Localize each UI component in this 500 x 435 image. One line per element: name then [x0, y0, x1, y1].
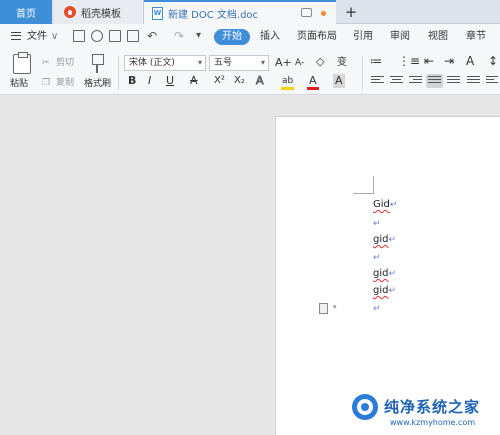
highlight-color-swatch	[281, 87, 294, 90]
menu-icon[interactable]	[11, 32, 21, 40]
document-line[interactable]: gid↵	[373, 268, 396, 280]
unsaved-dot-icon	[321, 11, 326, 16]
paragraph-mark-icon: ↵	[373, 219, 381, 229]
quick-more-icon[interactable]: ▾	[196, 28, 201, 44]
word-doc-icon: W	[152, 6, 163, 20]
tab-home-label: 首页	[16, 8, 36, 20]
tab-start[interactable]: 开始	[214, 29, 250, 45]
phonetic-guide-button[interactable]: 变	[337, 56, 347, 70]
line-text: gid	[373, 285, 389, 296]
font-size-select[interactable]: 五号 ▾	[209, 55, 269, 71]
document-line[interactable]: gid↵	[373, 234, 396, 246]
superscript-button[interactable]: X²	[214, 74, 225, 88]
paragraph-mark-icon: ↵	[388, 286, 397, 296]
underline-button[interactable]: U	[166, 74, 174, 88]
chevron-down-icon[interactable]: ∨	[51, 29, 58, 45]
watermark-logo: 纯净系统之家 www.kzmyhome.com	[352, 380, 500, 435]
sort-icon[interactable]: ↕	[488, 55, 498, 67]
bullets-icon[interactable]: ⋮≡	[398, 55, 420, 67]
line-text: Gid	[373, 199, 390, 210]
align-right-icon[interactable]	[409, 76, 422, 87]
tab-template[interactable]: 稻壳模板	[54, 0, 144, 24]
menu-file[interactable]: 文件	[27, 29, 47, 45]
paragraph-layout-icon[interactable]	[319, 303, 328, 314]
format-painter-icon[interactable]	[90, 54, 104, 74]
menu-bar: 文件 ∨ ↶ ↷ ▾ 开始 插入 页面布局 引用 审阅 视图 章节	[0, 24, 500, 50]
site-logo-icon	[352, 394, 378, 420]
align-center-icon[interactable]	[390, 76, 403, 87]
tab-insert[interactable]: 插入	[260, 29, 280, 45]
page-margin-marker	[353, 193, 373, 194]
paragraph-settings-icon[interactable]	[486, 76, 498, 87]
font-color-button[interactable]: A	[309, 74, 317, 88]
chevron-down-icon: ▾	[260, 58, 265, 67]
plus-icon: +	[344, 3, 358, 21]
ribbon-divider	[362, 56, 363, 90]
italic-button[interactable]: I	[148, 74, 151, 88]
tab-chapter[interactable]: 章节	[466, 29, 486, 45]
character-shading-button[interactable]: A	[333, 74, 345, 88]
font-size-value: 五号	[214, 58, 233, 68]
highlight-button[interactable]: ab	[282, 74, 293, 88]
chevron-down-icon[interactable]: ▾	[333, 303, 337, 311]
line-spacing-icon[interactable]	[467, 76, 480, 87]
font-name-value: 宋体 (正文)	[129, 58, 175, 68]
print-icon[interactable]	[109, 30, 121, 42]
decrease-indent-icon[interactable]: ⇤	[424, 55, 434, 67]
watermark-title: 纯净系统之家	[384, 398, 481, 416]
tab-bar: 首页 稻壳模板 W 新建 DOC 文档.doc +	[0, 0, 500, 24]
copy-button[interactable]: 复制	[56, 77, 74, 89]
comment-icon[interactable]	[301, 8, 312, 17]
increase-indent-icon[interactable]: ⇥	[444, 55, 454, 67]
paragraph-mark-icon: ↵	[388, 269, 397, 279]
print-preview-icon[interactable]	[127, 30, 139, 42]
subscript-button[interactable]: X₂	[234, 74, 245, 88]
watermark-url: www.kzmyhome.com	[390, 418, 476, 427]
tab-view[interactable]: 视图	[428, 29, 448, 45]
tab-references[interactable]: 引用	[353, 29, 373, 45]
cut-button[interactable]: 剪切	[56, 57, 74, 69]
text-effect-button[interactable]: A	[256, 74, 264, 88]
paragraph-mark-icon: ↵	[373, 304, 381, 314]
bold-button[interactable]: B	[128, 74, 136, 88]
change-case-icon[interactable]: A	[466, 55, 474, 67]
line-text: gid	[373, 234, 389, 245]
justify-icon[interactable]	[426, 74, 443, 88]
tab-page-layout[interactable]: 页面布局	[297, 29, 337, 45]
undo-icon[interactable]: ↶	[147, 28, 157, 44]
tab-document[interactable]: W 新建 DOC 文档.doc	[144, 0, 336, 24]
tab-home[interactable]: 首页	[0, 0, 52, 24]
export-icon[interactable]	[91, 30, 103, 42]
save-icon[interactable]	[73, 30, 85, 42]
clear-format-icon[interactable]: ◇	[316, 55, 324, 69]
new-tab-button[interactable]: +	[340, 0, 362, 24]
scissors-icon[interactable]: ✂	[42, 57, 50, 69]
grow-font-button[interactable]: A+	[275, 56, 292, 70]
fire-icon	[64, 6, 76, 18]
distributed-icon[interactable]	[447, 76, 460, 87]
document-line[interactable]: Gid↵	[373, 199, 397, 211]
page-margin-marker	[373, 176, 374, 194]
paragraph-mark-icon: ↵	[388, 235, 397, 245]
strikethrough-button[interactable]: A	[190, 74, 198, 88]
tab-review[interactable]: 审阅	[390, 29, 410, 45]
ribbon-divider	[118, 56, 119, 90]
chevron-down-icon: ▾	[197, 58, 202, 67]
paste-button[interactable]: 粘贴	[10, 78, 28, 90]
redo-icon[interactable]: ↷	[174, 28, 184, 44]
copy-icon[interactable]: ❐	[42, 77, 50, 89]
tab-document-label: 新建 DOC 文档.doc	[168, 9, 259, 21]
align-left-icon[interactable]	[371, 76, 384, 87]
format-painter-button[interactable]: 格式刷	[84, 78, 111, 90]
paragraph-mark-icon: ↵	[389, 200, 398, 210]
shrink-font-button[interactable]: A-	[295, 56, 304, 70]
numbering-icon[interactable]: ≔	[370, 55, 382, 67]
paragraph-mark-icon: ↵	[373, 253, 381, 263]
line-text: gid	[373, 268, 389, 279]
paste-icon[interactable]	[13, 52, 31, 74]
font-color-swatch	[307, 87, 319, 90]
document-line[interactable]: gid↵	[373, 285, 396, 297]
tab-template-label: 稻壳模板	[81, 8, 121, 20]
font-name-select[interactable]: 宋体 (正文) ▾	[124, 55, 206, 71]
